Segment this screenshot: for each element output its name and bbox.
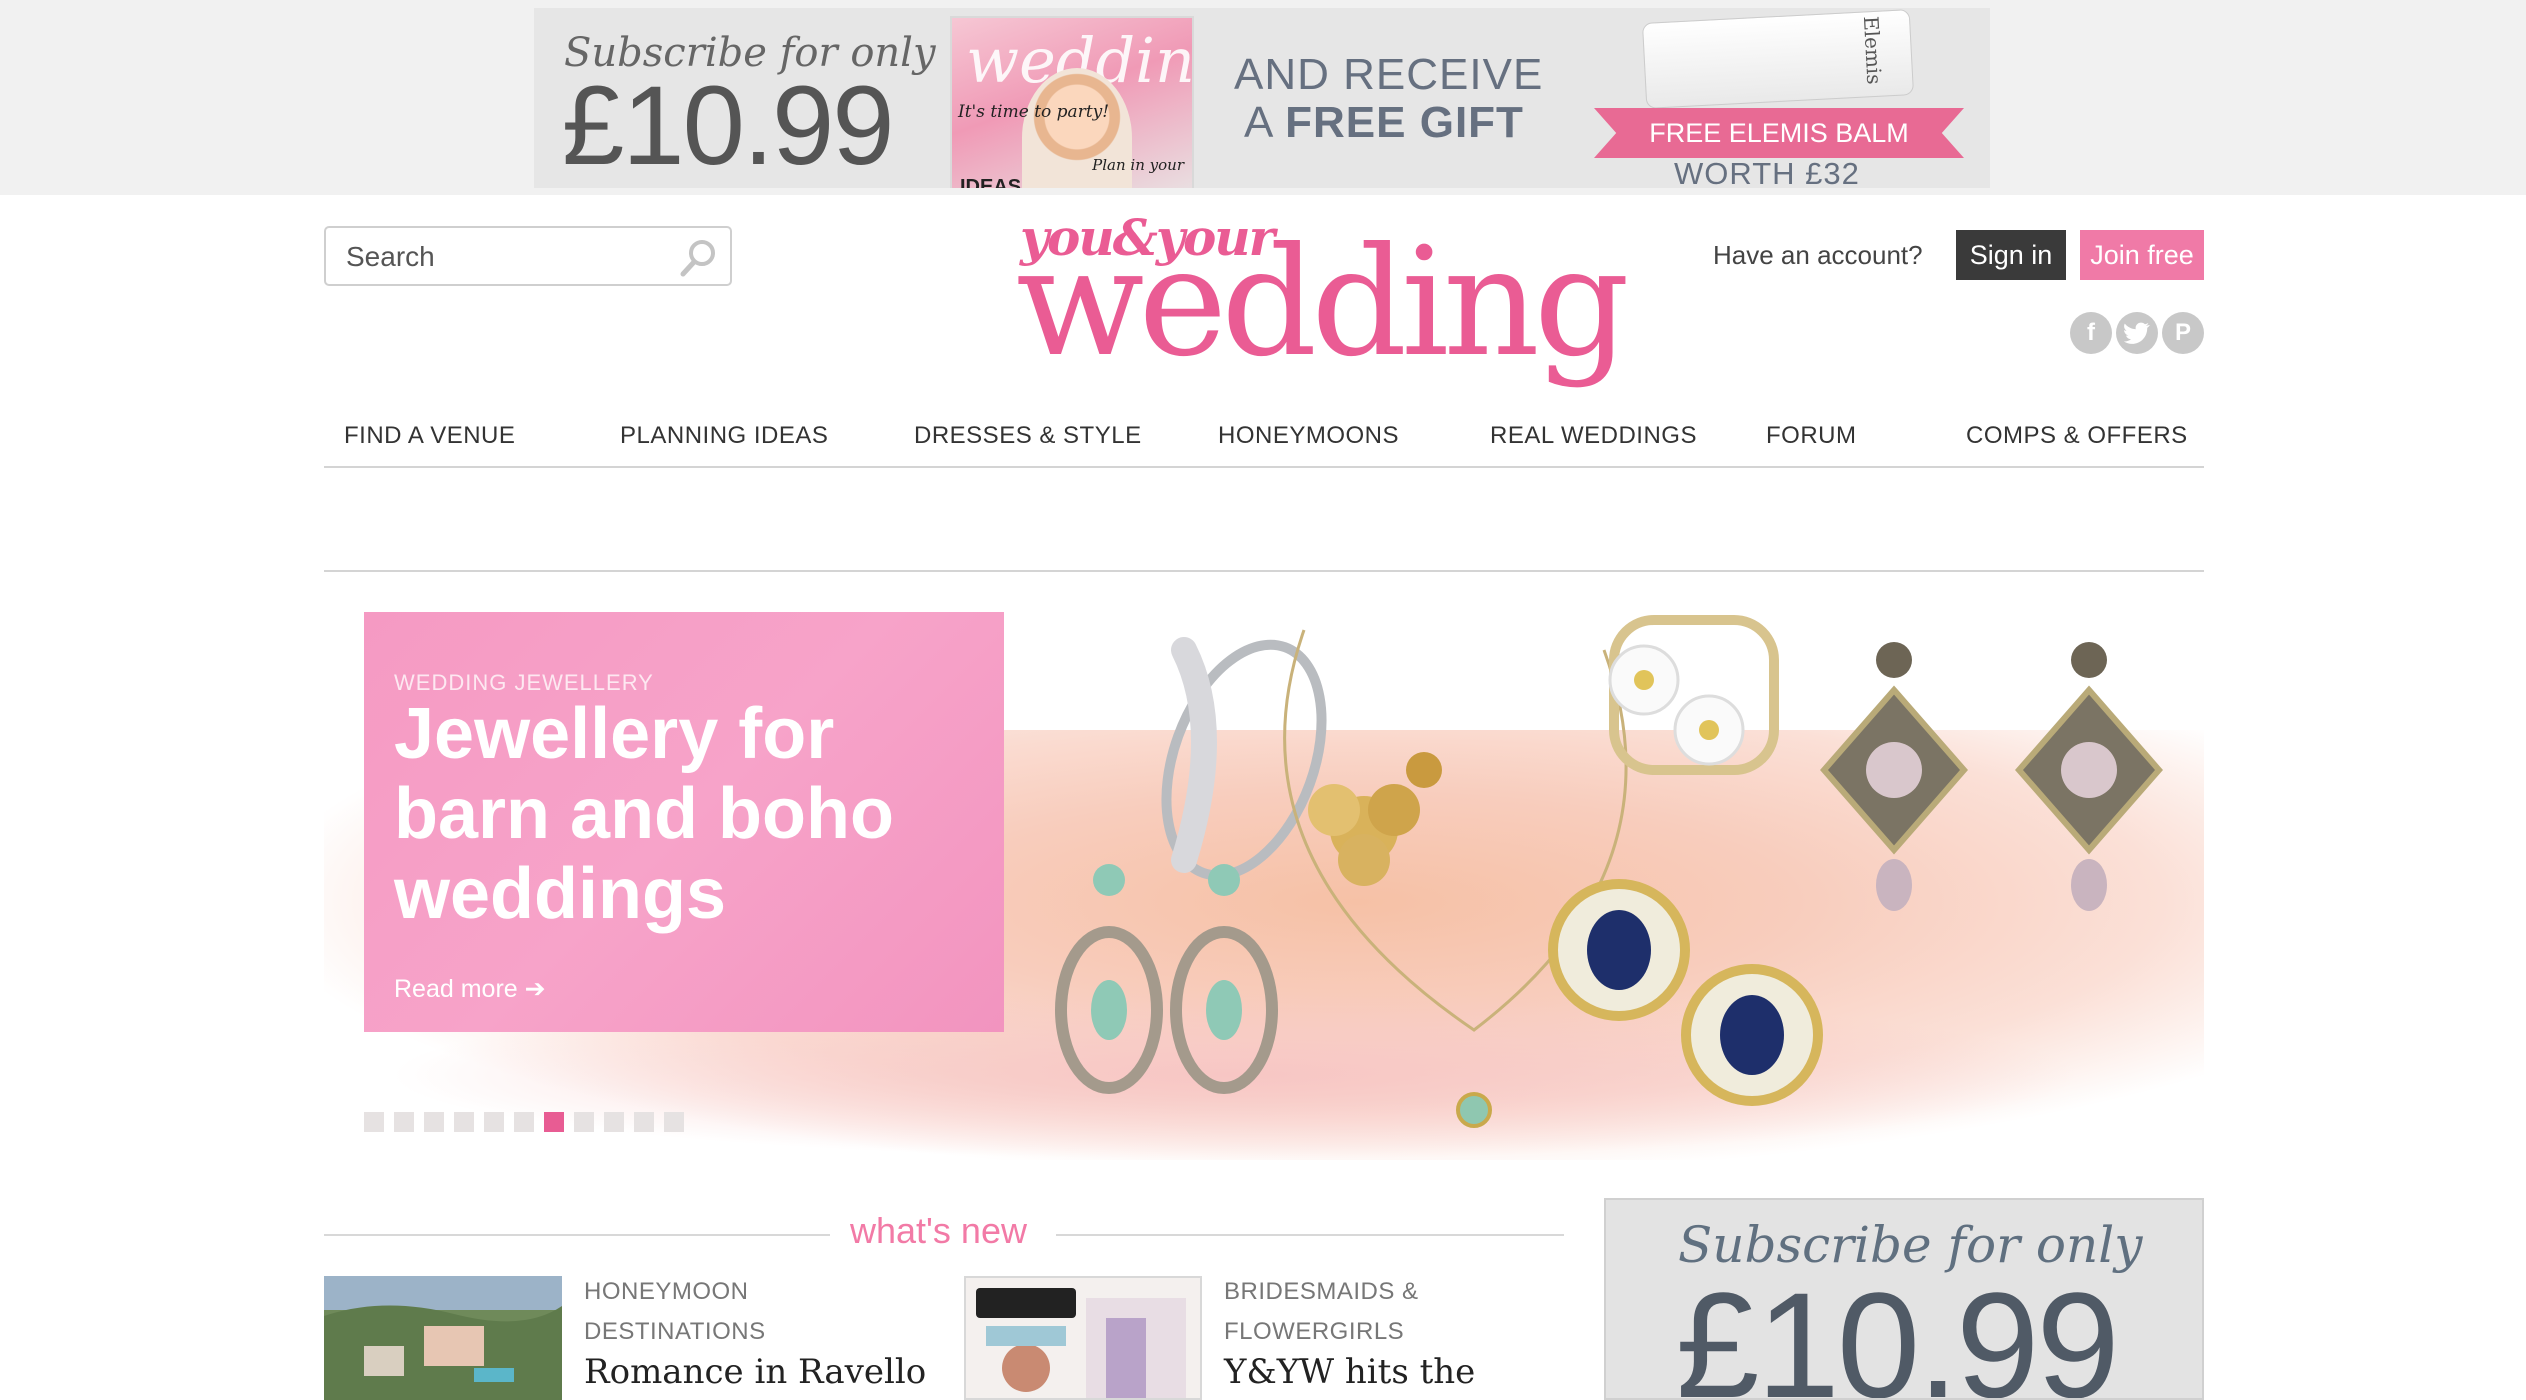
- hero-carousel[interactable]: WEDDING JEWELLERY Jewellery for barn and…: [324, 610, 2204, 1160]
- search-icon[interactable]: [678, 236, 720, 278]
- carousel-dot[interactable]: [484, 1112, 504, 1132]
- gift-worth: WORTH £32: [1674, 156, 1860, 188]
- pinterest-icon[interactable]: P: [2162, 312, 2204, 354]
- carousel-dot-active[interactable]: [544, 1112, 564, 1132]
- balm-product-image: Elemis: [1641, 9, 1915, 109]
- article-title[interactable]: Romance in Ravello: [584, 1352, 926, 1392]
- carousel-dot[interactable]: [514, 1112, 534, 1132]
- article-title[interactable]: Y&YW hits the: [1224, 1352, 1475, 1392]
- search-box: [324, 226, 732, 286]
- magazine-cover-tagline: It's time to party!: [958, 102, 1110, 122]
- logo-main-text: wedding: [1016, 216, 1630, 390]
- hero-title[interactable]: Jewellery for barn and boho weddings: [394, 694, 974, 934]
- bridesmaids-photo: [966, 1278, 1200, 1398]
- carousel-dot[interactable]: [664, 1112, 684, 1132]
- feather-cuff-image: [1161, 637, 1327, 881]
- facebook-icon[interactable]: f: [2070, 312, 2112, 354]
- nav-comps-offers[interactable]: COMPS & OFFERS: [1966, 422, 2188, 450]
- article-thumbnail-ravello[interactable]: [324, 1276, 562, 1400]
- jewellery-product-image: [1055, 615, 2163, 1128]
- magazine-cover-ideas: IDEAS: [960, 176, 1022, 188]
- whats-new-rule-right: [1056, 1234, 1564, 1236]
- free-gift-text: FREE GIFT: [1285, 98, 1524, 147]
- article-category[interactable]: BRIDESMAIDS & FLOWERGIRLS: [1224, 1272, 1564, 1352]
- nav-find-a-venue[interactable]: FIND A VENUE: [344, 422, 515, 450]
- magazine-cover-image: wedding It's time to party! Plan in your…: [950, 16, 1194, 188]
- gift-ribbon-label: FREE ELEMIS BALM: [1649, 117, 1909, 148]
- product-brand: Elemis: [1858, 15, 1887, 86]
- nav-honeymoons[interactable]: HONEYMOONS: [1218, 422, 1399, 450]
- site-logo[interactable]: you&your wedding: [1016, 208, 1630, 396]
- side-ad-price: £10.99: [1676, 1261, 2120, 1400]
- subscription-banner-ad[interactable]: Subscribe for only £10.99 wedding It's t…: [534, 8, 1990, 188]
- nav-forum[interactable]: FORUM: [1766, 422, 1856, 450]
- ad-receive-line2: A FREE GIFT: [1244, 98, 1524, 147]
- carousel-dot[interactable]: [574, 1112, 594, 1132]
- daisy-rings-image: [1608, 615, 1779, 775]
- carousel-dot[interactable]: [394, 1112, 414, 1132]
- twitter-bird-icon: [2124, 322, 2150, 344]
- ad-price: £10.99: [562, 63, 895, 188]
- nav-sub-divider: [324, 570, 2204, 572]
- top-ad-band: Subscribe for only £10.99 wedding It's t…: [0, 0, 2526, 195]
- nav-planning-ideas[interactable]: PLANNING IDEAS: [620, 422, 828, 450]
- carousel-dot[interactable]: [364, 1112, 384, 1132]
- sapphire-rings-image: [1548, 879, 1823, 1106]
- hero-read-more-link[interactable]: Read more ➔: [394, 974, 546, 1004]
- whats-new-rule-left: [324, 1234, 830, 1236]
- nav-dresses-style[interactable]: DRESSES & STYLE: [914, 422, 1142, 450]
- article-thumbnail-bridesmaids[interactable]: [964, 1276, 1202, 1400]
- search-input[interactable]: [346, 240, 666, 274]
- account-prompt: Have an account?: [1713, 240, 1923, 270]
- ad-receive-line1: AND RECEIVE: [1234, 50, 1544, 99]
- gold-flower-image: [1308, 752, 1442, 886]
- carousel-dot[interactable]: [454, 1112, 474, 1132]
- subscription-side-ad[interactable]: Subscribe for only £10.99: [1604, 1198, 2204, 1400]
- article-category[interactable]: HONEYMOON DESTINATIONS: [584, 1272, 904, 1352]
- twitter-icon[interactable]: [2116, 312, 2158, 354]
- hero-category[interactable]: WEDDING JEWELLERY: [394, 670, 654, 696]
- hero-caption-panel: WEDDING JEWELLERY Jewellery for barn and…: [364, 612, 1004, 1032]
- oval-drop-earrings-image: [1055, 864, 1278, 1094]
- ravello-photo: [324, 1276, 562, 1400]
- chandelier-earrings-image: [1820, 642, 2163, 911]
- main-nav: FIND A VENUE PLANNING IDEAS DRESSES & ST…: [324, 408, 2204, 468]
- join-free-button[interactable]: Join free: [2080, 230, 2204, 280]
- carousel-pagination: [364, 1112, 684, 1132]
- carousel-dot[interactable]: [604, 1112, 624, 1132]
- nav-real-weddings[interactable]: REAL WEDDINGS: [1490, 422, 1697, 450]
- gift-ribbon: FREE ELEMIS BALM: [1594, 108, 1964, 158]
- carousel-dot[interactable]: [634, 1112, 654, 1132]
- whats-new-heading: what's new: [850, 1210, 1027, 1251]
- carousel-dot[interactable]: [424, 1112, 444, 1132]
- sign-in-button[interactable]: Sign in: [1956, 230, 2066, 280]
- magazine-cover-plan: Plan in your: [1092, 156, 1184, 174]
